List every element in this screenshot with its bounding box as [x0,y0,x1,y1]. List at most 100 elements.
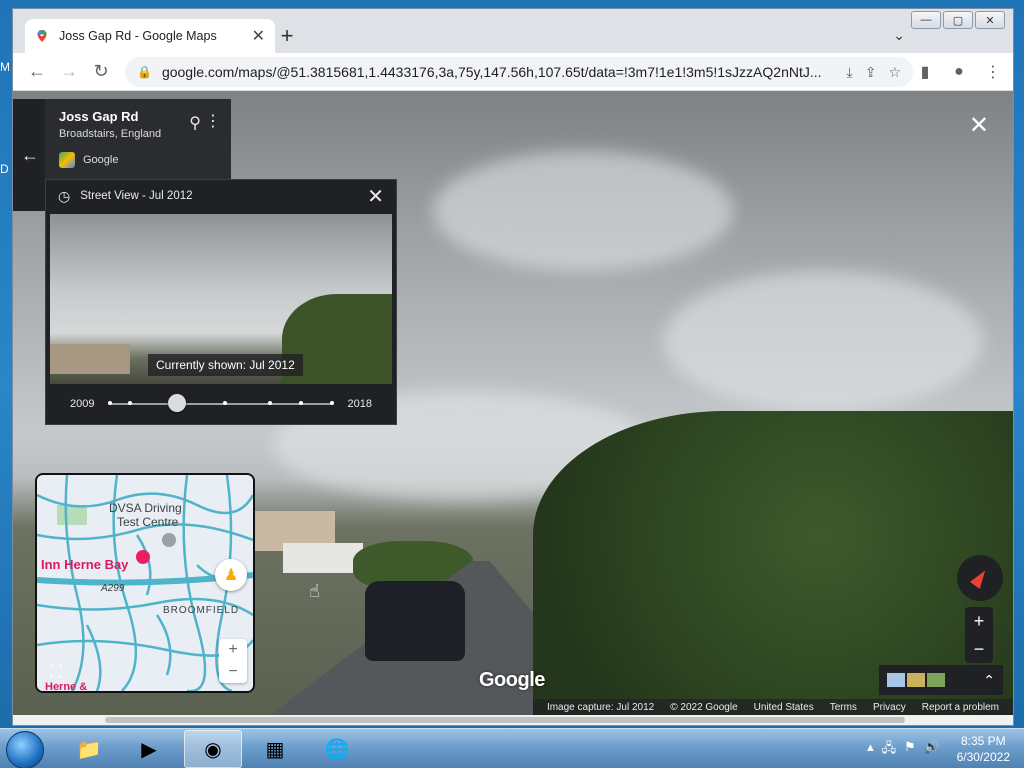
scrollbar-thumb[interactable] [105,717,905,723]
parked-car [365,581,465,661]
map-footer: Image capture: Jul 2012 © 2022 Google Un… [532,699,1013,715]
area-label: BROOMFIELD [163,605,240,616]
road-label: A299 [101,583,125,594]
desktop-icon-label: D [0,162,9,176]
minimize-button[interactable]: — [911,11,941,29]
place-info: Joss Gap Rd Broadstairs, England Google … [45,99,231,179]
system-clock[interactable]: 8:35 PM 6/30/2022 [957,733,1010,765]
profile-avatar-icon[interactable]: ● [945,56,973,88]
zoom-out-button[interactable]: − [965,635,993,663]
terms-link[interactable]: Terms [830,702,857,713]
location-pin-icon[interactable]: ⚲ [189,113,201,133]
time-machine-preview[interactable]: Currently shown: Jul 2012 [50,214,392,384]
back-arrow-icon[interactable]: ← [21,145,39,166]
address-bar[interactable]: 🔒 google.com/maps/@51.3815681,1.4433176,… [125,57,913,87]
house [283,543,363,573]
network-app-icon[interactable]: 🌐 [308,730,366,768]
url-text[interactable]: google.com/maps/@51.3815681,1.4433176,3a… [162,64,835,80]
share-icon[interactable]: ⇪ [865,64,877,81]
volume-icon[interactable]: 🔊 [924,739,940,761]
bookmark-star-icon[interactable]: ☆ [888,64,901,81]
image-capture-date: Image capture: Jul 2012 [546,701,655,713]
slider-stop[interactable] [329,401,334,405]
reload-icon[interactable]: ↻ [85,56,117,88]
slider-end-year: 2018 [347,398,372,410]
desktop-icon-label: M [0,60,10,74]
taskbar: 📁 ▶ ◉ ▦ 🌐 ▴ 🖧 ⚑ 🔊 8:35 PM 6/30/2022 [0,728,1024,768]
maximize-button[interactable]: ▢ [943,11,973,29]
close-time-machine-icon[interactable]: ✕ [367,184,384,209]
history-clock-icon[interactable]: ◷ [58,188,70,205]
chevron-up-icon[interactable]: ⌃ [983,672,995,689]
clock-time: 8:35 PM [960,734,1006,748]
show-hidden-icons[interactable]: ▴ [867,739,874,761]
layer-thumb[interactable] [907,673,925,687]
year-slider[interactable]: 2009 2018 [46,392,396,416]
install-app-icon[interactable]: ⤓ [847,64,853,81]
action-center-icon[interactable]: ⚑ [904,739,916,761]
google-maps-logo-icon [59,152,75,168]
browser-window: Joss Gap Rd - Google Maps ✕ + ⌄ — ▢ ✕ ← … [12,8,1014,726]
cloud [433,151,733,271]
tab-title: Joss Gap Rd - Google Maps [59,29,217,43]
toolbar-right: ▮ ● ⋮ [911,56,1007,88]
browser-toolbar: ← → ↻ 🔒 google.com/maps/@51.3815681,1.44… [13,53,1013,91]
cloud [663,271,983,411]
copyright: © 2022 Google [670,701,738,713]
forward-arrow-icon[interactable]: → [53,56,85,88]
compass-icon[interactable] [957,555,1003,601]
slider-start-year: 2009 [70,398,95,410]
privacy-link[interactable]: Privacy [873,702,906,713]
slider-stop[interactable] [223,401,228,405]
layer-thumb[interactable] [927,673,945,687]
zoom-out-button[interactable]: − [219,661,247,683]
network-icon[interactable]: 🖧 [882,739,897,761]
system-tray: ▴ 🖧 ⚑ 🔊 [867,739,940,761]
tab-google-maps[interactable]: Joss Gap Rd - Google Maps ✕ [25,19,275,53]
zoom-in-button[interactable]: + [965,607,993,635]
time-machine-panel: ◷ Street View - Jul 2012 ✕ Currently sho… [45,179,397,425]
street-view-panorama[interactable]: Google ✕ ← Joss Gap Rd Broadstairs, Engl… [13,91,1013,715]
poi-label[interactable]: Test Centre [117,515,178,529]
slider-track[interactable] [108,394,334,412]
close-window-button[interactable]: ✕ [975,11,1005,29]
horizontal-scrollbar[interactable] [13,715,1013,725]
imagery-source: Google [59,152,217,168]
back-arrow-icon[interactable]: ← [21,56,53,88]
google-watermark: Google [479,669,545,691]
start-button[interactable] [6,731,44,768]
media-player-icon[interactable]: ▶ [120,730,178,768]
slider-stop[interactable] [298,401,303,405]
lock-icon[interactable]: 🔒 [137,65,152,79]
kebab-menu-icon[interactable]: ⋮ [979,56,1007,88]
time-machine-title: Street View - Jul 2012 [80,190,193,202]
more-options-icon[interactable]: ⋮ [205,111,221,131]
side-panel-icon[interactable]: ▮ [911,56,939,88]
tab-search-chevron-icon[interactable]: ⌄ [893,27,905,44]
new-tab-button[interactable]: + [275,23,299,49]
source-label: Google [83,154,119,166]
mini-map-zoom: + − [219,639,247,683]
layer-thumb[interactable] [887,673,905,687]
slider-stop[interactable] [108,401,113,405]
poi-label[interactable]: Inn Herne Bay [41,557,128,572]
poi-label[interactable]: DVSA Driving [109,501,182,515]
expand-map-icon[interactable]: ⛶ [43,661,69,685]
file-explorer-icon[interactable]: 📁 [60,730,118,768]
slider-stop[interactable] [128,401,133,405]
mini-map[interactable]: DVSA Driving Test Centre Inn Herne Bay A… [35,473,255,693]
close-street-view-icon[interactable]: ✕ [969,111,989,140]
tab-close-icon[interactable]: ✕ [252,26,265,46]
control-panel-icon[interactable]: ▦ [246,730,304,768]
pegman-icon[interactable]: ♟ [215,559,247,591]
imagery-layer-switcher[interactable]: ⌃ [879,665,1003,695]
report-problem-link[interactable]: Report a problem [922,702,999,713]
preview-house [50,344,130,374]
google-maps-pin-icon [37,30,47,42]
zoom-in-button[interactable]: + [219,639,247,661]
tab-strip: Joss Gap Rd - Google Maps ✕ + ⌄ — ▢ ✕ [13,9,1013,53]
slider-knob[interactable] [167,394,186,412]
country-link[interactable]: United States [754,702,814,713]
slider-stop[interactable] [267,401,272,405]
chrome-icon[interactable]: ◉ [184,730,242,768]
